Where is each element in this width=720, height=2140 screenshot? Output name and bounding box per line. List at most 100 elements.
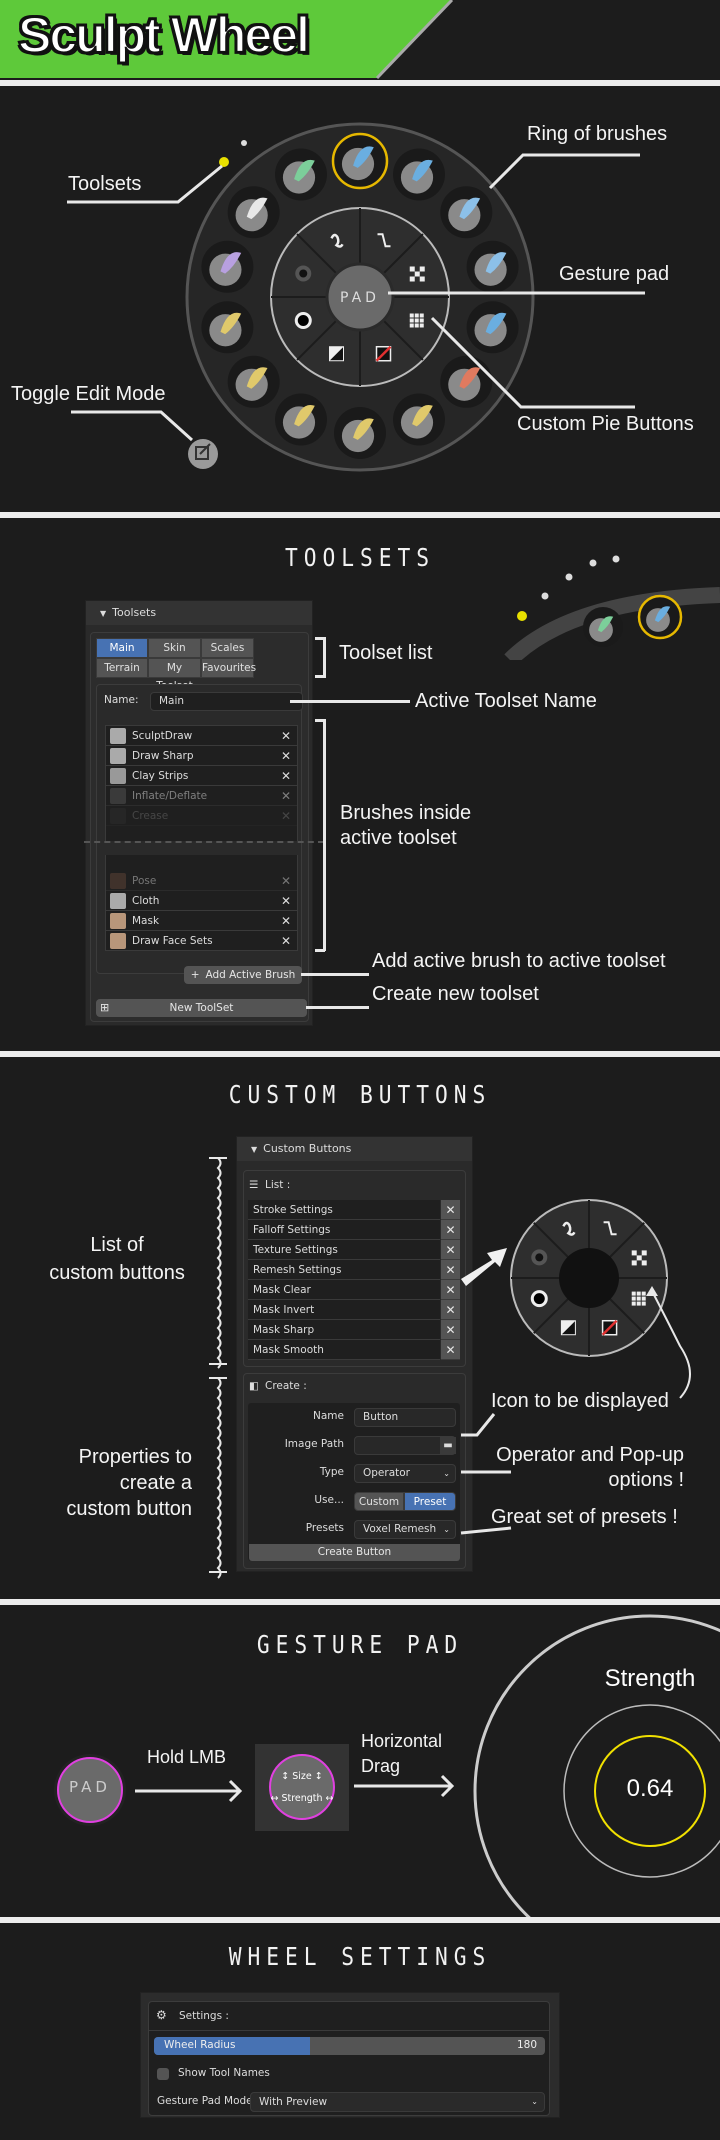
remove-brush-icon[interactable]: ✕ bbox=[281, 746, 291, 766]
app-title: Sculpt Wheel bbox=[17, 6, 311, 64]
list-cut-dashed-line bbox=[84, 841, 324, 843]
toolset-tab[interactable]: Skin Brushes bbox=[148, 638, 201, 672]
texture-settings-icon[interactable] bbox=[631, 1250, 637, 1256]
brush-list-item[interactable]: Crease ✕ bbox=[106, 806, 297, 826]
toolset-dot bbox=[589, 559, 597, 567]
texture-settings-icon[interactable] bbox=[414, 271, 420, 277]
remove-brush-icon[interactable]: ✕ bbox=[281, 726, 291, 746]
brush-list-item[interactable]: Mask ✕ bbox=[106, 911, 297, 931]
texture-settings-icon[interactable] bbox=[409, 276, 415, 282]
wheel-radius-slider[interactable]: Wheel Radius 180 bbox=[154, 2037, 545, 2055]
remesh-settings-icon[interactable] bbox=[641, 1301, 646, 1306]
annotation-operator-2: options ! bbox=[608, 1469, 684, 1491]
remesh-settings-icon[interactable] bbox=[631, 1301, 636, 1306]
panel-title: Toolsets bbox=[112, 606, 157, 619]
name-label: Name: bbox=[104, 694, 139, 706]
brush-list-item[interactable]: SculptDraw ✕ bbox=[106, 726, 297, 746]
remesh-settings-icon[interactable] bbox=[409, 313, 414, 318]
annotation-list-1: List of bbox=[90, 1234, 144, 1256]
remesh-settings-icon[interactable] bbox=[414, 323, 419, 328]
brush-thumbnail bbox=[110, 788, 126, 804]
annotation-horizontal: Horizontal bbox=[361, 1731, 443, 1751]
mask-sharp-icon[interactable] bbox=[530, 1290, 548, 1308]
pad-label: PAD bbox=[340, 290, 380, 306]
remesh-settings-icon[interactable] bbox=[409, 323, 414, 328]
texture-settings-icon[interactable] bbox=[409, 266, 415, 272]
remove-brush-icon[interactable]: ✕ bbox=[281, 911, 291, 931]
remesh-settings-icon[interactable] bbox=[636, 1296, 641, 1301]
remesh-settings-icon[interactable] bbox=[631, 1296, 636, 1301]
brush-list-bottom[interactable]: Pose ✕ Cloth ✕ Mask ✕ Draw Face Sets ✕ bbox=[105, 855, 298, 951]
pie-center bbox=[559, 1248, 619, 1308]
brush-list-item[interactable]: Inflate/Deflate ✕ bbox=[106, 786, 297, 806]
sculpt-wheel[interactable]: PAD bbox=[0, 86, 720, 512]
bracket bbox=[323, 637, 326, 678]
brush-name: Crease bbox=[132, 810, 169, 822]
toolset-tab[interactable]: Favourites bbox=[201, 658, 256, 678]
remesh-settings-icon[interactable] bbox=[636, 1291, 641, 1296]
strength-hint: ↔ Strength ↔ bbox=[270, 1793, 334, 1804]
remesh-settings-icon[interactable] bbox=[641, 1291, 646, 1296]
brush-name: Draw Face Sets bbox=[132, 935, 213, 947]
pad-mode-dropdown[interactable]: With Preview ⌄ bbox=[250, 2092, 545, 2112]
brush-list-item[interactable]: Draw Sharp ✕ bbox=[106, 746, 297, 766]
texture-settings-icon[interactable] bbox=[631, 1260, 637, 1266]
remove-brush-icon[interactable]: ✕ bbox=[281, 786, 291, 806]
remove-brush-icon[interactable]: ✕ bbox=[281, 766, 291, 786]
remesh-settings-icon[interactable] bbox=[409, 318, 414, 323]
gesture-pad-active bbox=[269, 1754, 335, 1820]
new-toolset-button[interactable]: ⊞ New ToolSet bbox=[96, 999, 307, 1017]
brush-thumbnail bbox=[110, 893, 126, 909]
pointer-line bbox=[290, 700, 410, 703]
radius-preview-outer bbox=[473, 1614, 720, 1919]
remove-brush-icon[interactable]: ✕ bbox=[281, 931, 291, 950]
remesh-settings-icon[interactable] bbox=[419, 313, 424, 318]
texture-settings-icon[interactable] bbox=[419, 276, 425, 282]
texture-settings-icon[interactable] bbox=[641, 1250, 647, 1256]
brush-thumbnail bbox=[110, 808, 126, 824]
remesh-settings-icon[interactable] bbox=[414, 318, 419, 323]
remesh-settings-icon[interactable] bbox=[631, 1291, 636, 1296]
brush-list-item[interactable]: Cloth ✕ bbox=[106, 891, 297, 911]
remove-brush-icon[interactable]: ✕ bbox=[281, 806, 291, 826]
edit-mode-toggle[interactable] bbox=[188, 439, 218, 469]
toolset-tab[interactable]: My Toolset bbox=[148, 658, 201, 692]
toolset-tab[interactable]: Terrain bbox=[96, 658, 148, 678]
plus-icon: + bbox=[190, 969, 200, 981]
texture-settings-icon[interactable] bbox=[419, 266, 425, 272]
remove-brush-icon[interactable]: ✕ bbox=[281, 871, 291, 891]
toolset-tab[interactable]: Scales bbox=[201, 638, 254, 658]
annotation-props-3: custom button bbox=[66, 1498, 192, 1520]
annotation-props-2: create a bbox=[119, 1472, 192, 1494]
texture-settings-icon[interactable] bbox=[641, 1260, 647, 1266]
bracket bbox=[323, 719, 326, 951]
annotation-create-toolset: Create new toolset bbox=[372, 983, 539, 1005]
show-tool-names-checkbox[interactable] bbox=[157, 2068, 169, 2080]
brush-list-item[interactable]: Pose ✕ bbox=[106, 871, 297, 891]
toolset-dot[interactable] bbox=[241, 140, 247, 146]
remesh-settings-icon[interactable] bbox=[419, 318, 424, 323]
brush-list-item[interactable]: Draw Face Sets ✕ bbox=[106, 931, 297, 950]
divider bbox=[149, 2030, 549, 2031]
annotation-presets: Great set of presets ! bbox=[491, 1506, 678, 1528]
value-name: Strength bbox=[604, 1665, 696, 1692]
remesh-settings-icon[interactable] bbox=[636, 1301, 641, 1306]
settings-panel: ⚙ Settings : Wheel Radius 180 Show Tool … bbox=[140, 1992, 560, 2118]
new-toolset-icon: ⊞ bbox=[100, 1001, 110, 1014]
brush-list-item[interactable]: Clay Strips ✕ bbox=[106, 766, 297, 786]
remesh-settings-icon[interactable] bbox=[641, 1296, 646, 1301]
mask-sharp-icon[interactable] bbox=[294, 312, 312, 330]
annotation-operator-1: Operator and Pop-up bbox=[496, 1444, 684, 1466]
toolsets-panel-header[interactable]: ▼ Toolsets bbox=[86, 601, 312, 625]
remesh-settings-icon[interactable] bbox=[414, 313, 419, 318]
brush-thumbnail bbox=[110, 748, 126, 764]
brush-thumbnail bbox=[110, 913, 126, 929]
remesh-settings-icon[interactable] bbox=[419, 323, 424, 328]
texture-settings-icon[interactable] bbox=[636, 1255, 642, 1261]
brush-list-top[interactable]: SculptDraw ✕ Draw Sharp ✕ Clay Strips ✕ Inflat… bbox=[105, 725, 298, 841]
toolset-name-input[interactable]: Main bbox=[150, 692, 303, 711]
toolset-tab[interactable]: Main bbox=[96, 638, 148, 658]
remove-brush-icon[interactable]: ✕ bbox=[281, 891, 291, 911]
brush-thumbnail bbox=[110, 873, 126, 889]
add-active-brush-button[interactable]: + Add Active Brush bbox=[184, 966, 302, 984]
